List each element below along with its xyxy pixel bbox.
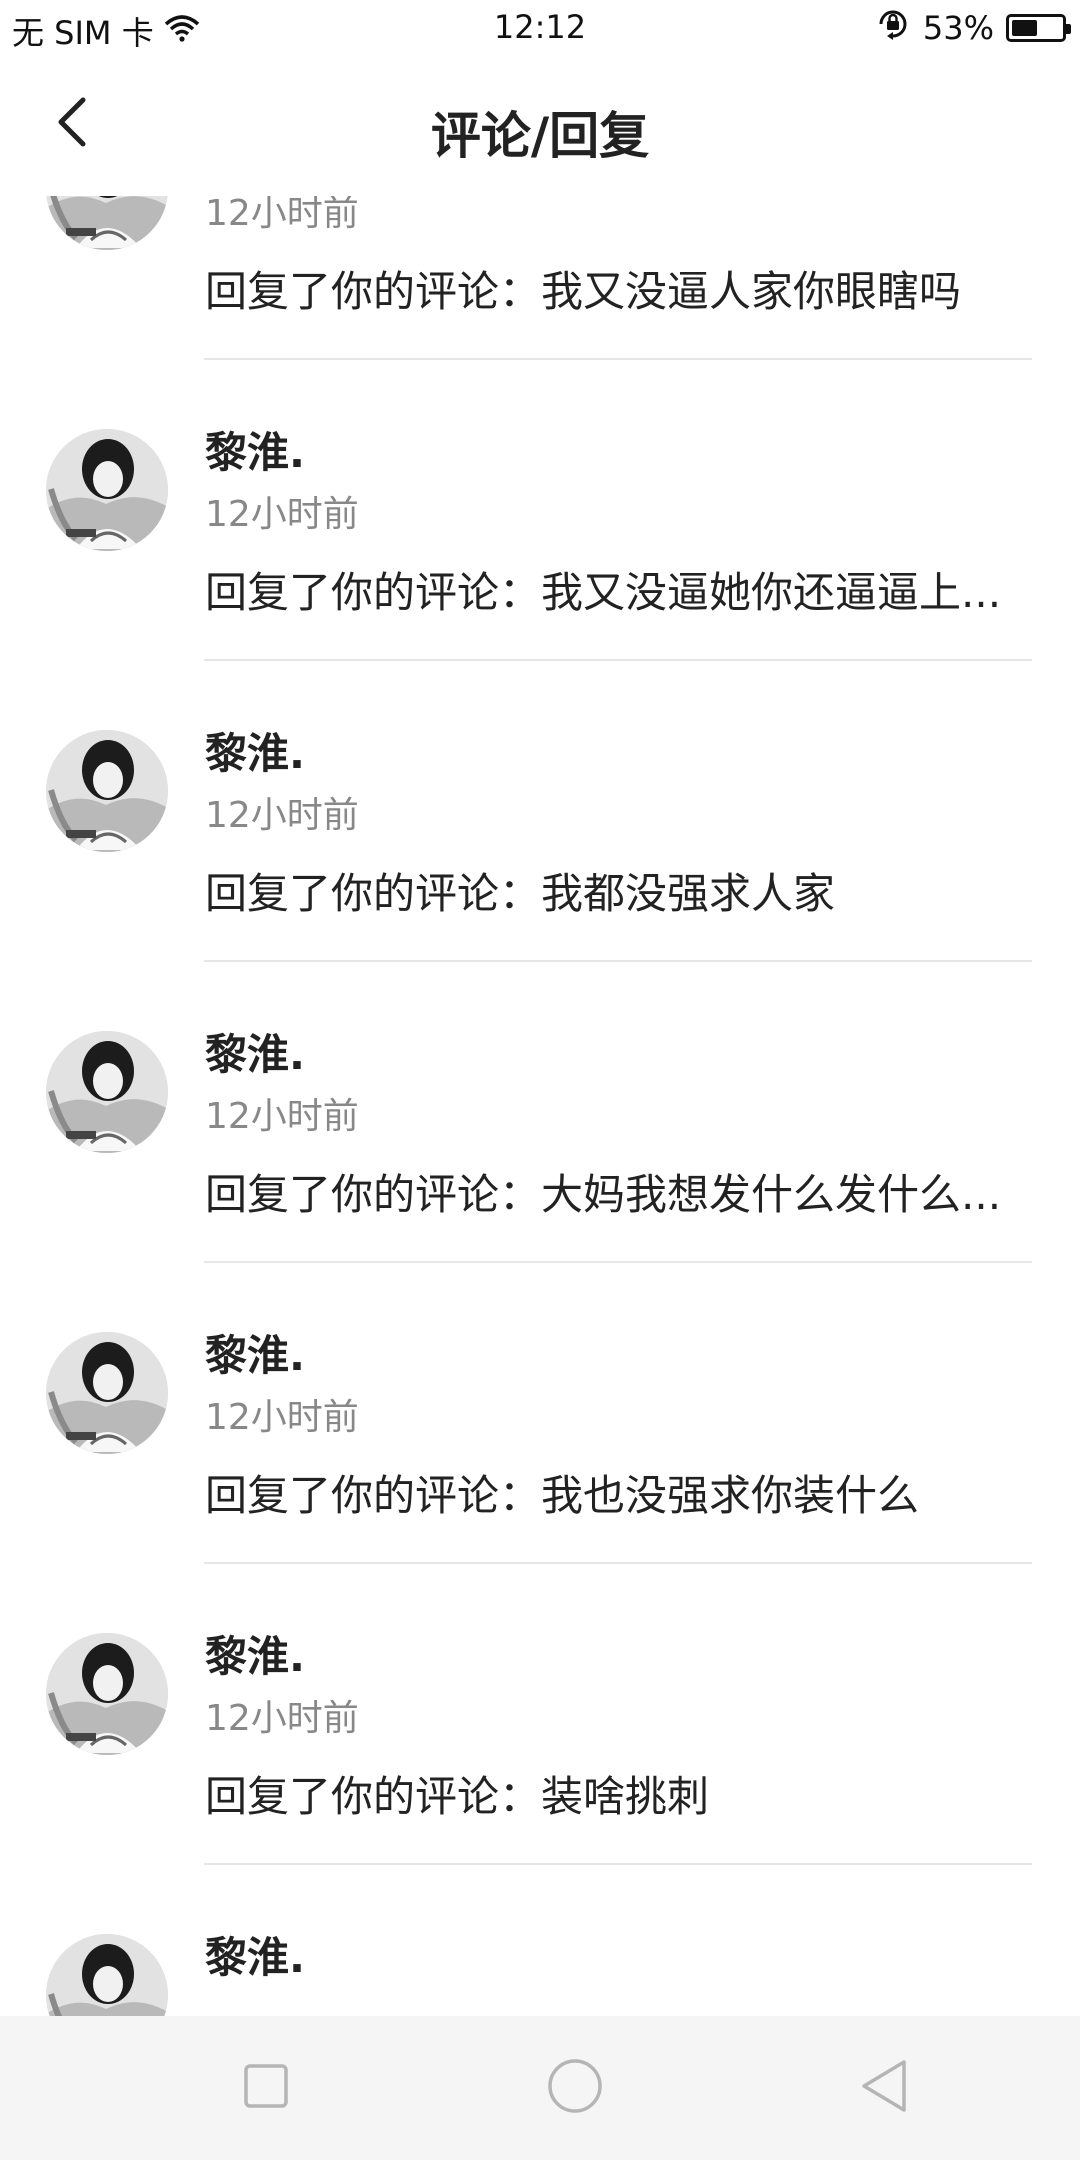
status-bar: 无 SIM 卡 12:12 53% bbox=[0, 0, 1080, 56]
commenter-name[interactable]: 黎淮. bbox=[205, 720, 305, 781]
avatar[interactable] bbox=[46, 429, 168, 551]
comment-text[interactable]: 回复了你的评论：装啥挑刺 bbox=[205, 1763, 1005, 1824]
home-icon bbox=[545, 2056, 605, 2120]
comment-item[interactable]: 黎淮. 12小时前 回复了你的评论：大妈我想发什么发什么... bbox=[0, 991, 1080, 1292]
page-title: 评论/回复 bbox=[430, 107, 650, 165]
comment-text[interactable]: 回复了你的评论：我又没逼她你还逼逼上... bbox=[205, 559, 1005, 620]
comment-time: 12小时前 bbox=[205, 196, 359, 234]
avatar[interactable] bbox=[46, 196, 168, 250]
status-right: 53% bbox=[875, 6, 1071, 50]
comment-time: 12小时前 bbox=[205, 1397, 359, 1438]
comment-time: 12小时前 bbox=[205, 1698, 359, 1739]
comment-item[interactable]: 黎淮. 12小时前 回复了你的评论：我又没逼人家你眼瞎吗 bbox=[0, 196, 1080, 389]
avatar[interactable] bbox=[46, 730, 168, 852]
nav-back-button[interactable] bbox=[848, 2052, 920, 2124]
commenter-name[interactable]: 黎淮. bbox=[205, 419, 305, 480]
battery-percent: 53% bbox=[922, 9, 994, 47]
commenter-name[interactable]: 黎淮. bbox=[205, 1924, 305, 1985]
comment-list[interactable]: 黎淮. 12小时前 回复了你的评论：我又没逼人家你眼瞎吗 黎淮. 12小时前 回… bbox=[0, 196, 1080, 2016]
rotation-lock-icon bbox=[875, 6, 911, 50]
system-nav-bar bbox=[0, 2016, 1080, 2160]
avatar[interactable] bbox=[46, 1332, 168, 1454]
divider bbox=[204, 1261, 1032, 1263]
recent-apps-icon bbox=[242, 2062, 290, 2114]
comment-item[interactable]: 黎淮. 12小时前 回复了你的评论：我又没逼她你还逼逼上... bbox=[0, 389, 1080, 690]
back-triangle-icon bbox=[858, 2058, 910, 2118]
avatar[interactable] bbox=[46, 1934, 168, 2016]
commenter-name[interactable]: 黎淮. bbox=[205, 1322, 305, 1383]
comment-text[interactable]: 回复了你的评论：大妈我想发什么发什么... bbox=[205, 1161, 1005, 1222]
divider bbox=[204, 960, 1032, 962]
comment-time: 12小时前 bbox=[205, 795, 359, 836]
comment-text[interactable]: 回复了你的评论：我都没强求人家 bbox=[205, 860, 1005, 921]
divider bbox=[204, 358, 1032, 360]
commenter-name[interactable]: 黎淮. bbox=[205, 1021, 305, 1082]
comment-time: 12小时前 bbox=[205, 494, 359, 535]
comment-time: 12小时前 bbox=[205, 1096, 359, 1137]
comment-item[interactable]: 黎淮. 12小时前 回复了你的评论：装啥挑刺 bbox=[0, 1593, 1080, 1894]
battery-icon bbox=[1006, 14, 1071, 42]
comment-item[interactable]: 黎淮. bbox=[0, 1894, 1080, 2016]
home-button[interactable] bbox=[539, 2052, 611, 2124]
comment-item[interactable]: 黎淮. 12小时前 回复了你的评论：我都没强求人家 bbox=[0, 690, 1080, 991]
divider bbox=[204, 1863, 1032, 1865]
comment-list-content: 黎淮. 12小时前 回复了你的评论：我又没逼人家你眼瞎吗 黎淮. 12小时前 回… bbox=[0, 196, 1080, 2016]
comment-item[interactable]: 黎淮. 12小时前 回复了你的评论：我也没强求你装什么 bbox=[0, 1292, 1080, 1593]
comment-text[interactable]: 回复了你的评论：我也没强求你装什么 bbox=[205, 1462, 1005, 1523]
avatar[interactable] bbox=[46, 1633, 168, 1755]
header: 评论/回复 bbox=[0, 56, 1080, 196]
avatar[interactable] bbox=[46, 1031, 168, 1153]
battery-fill bbox=[1012, 20, 1037, 36]
divider bbox=[204, 1562, 1032, 1564]
commenter-name[interactable]: 黎淮. bbox=[205, 1623, 305, 1684]
comment-text[interactable]: 回复了你的评论：我又没逼人家你眼瞎吗 bbox=[205, 258, 1005, 319]
recent-apps-button[interactable] bbox=[230, 2052, 302, 2124]
divider bbox=[204, 659, 1032, 661]
